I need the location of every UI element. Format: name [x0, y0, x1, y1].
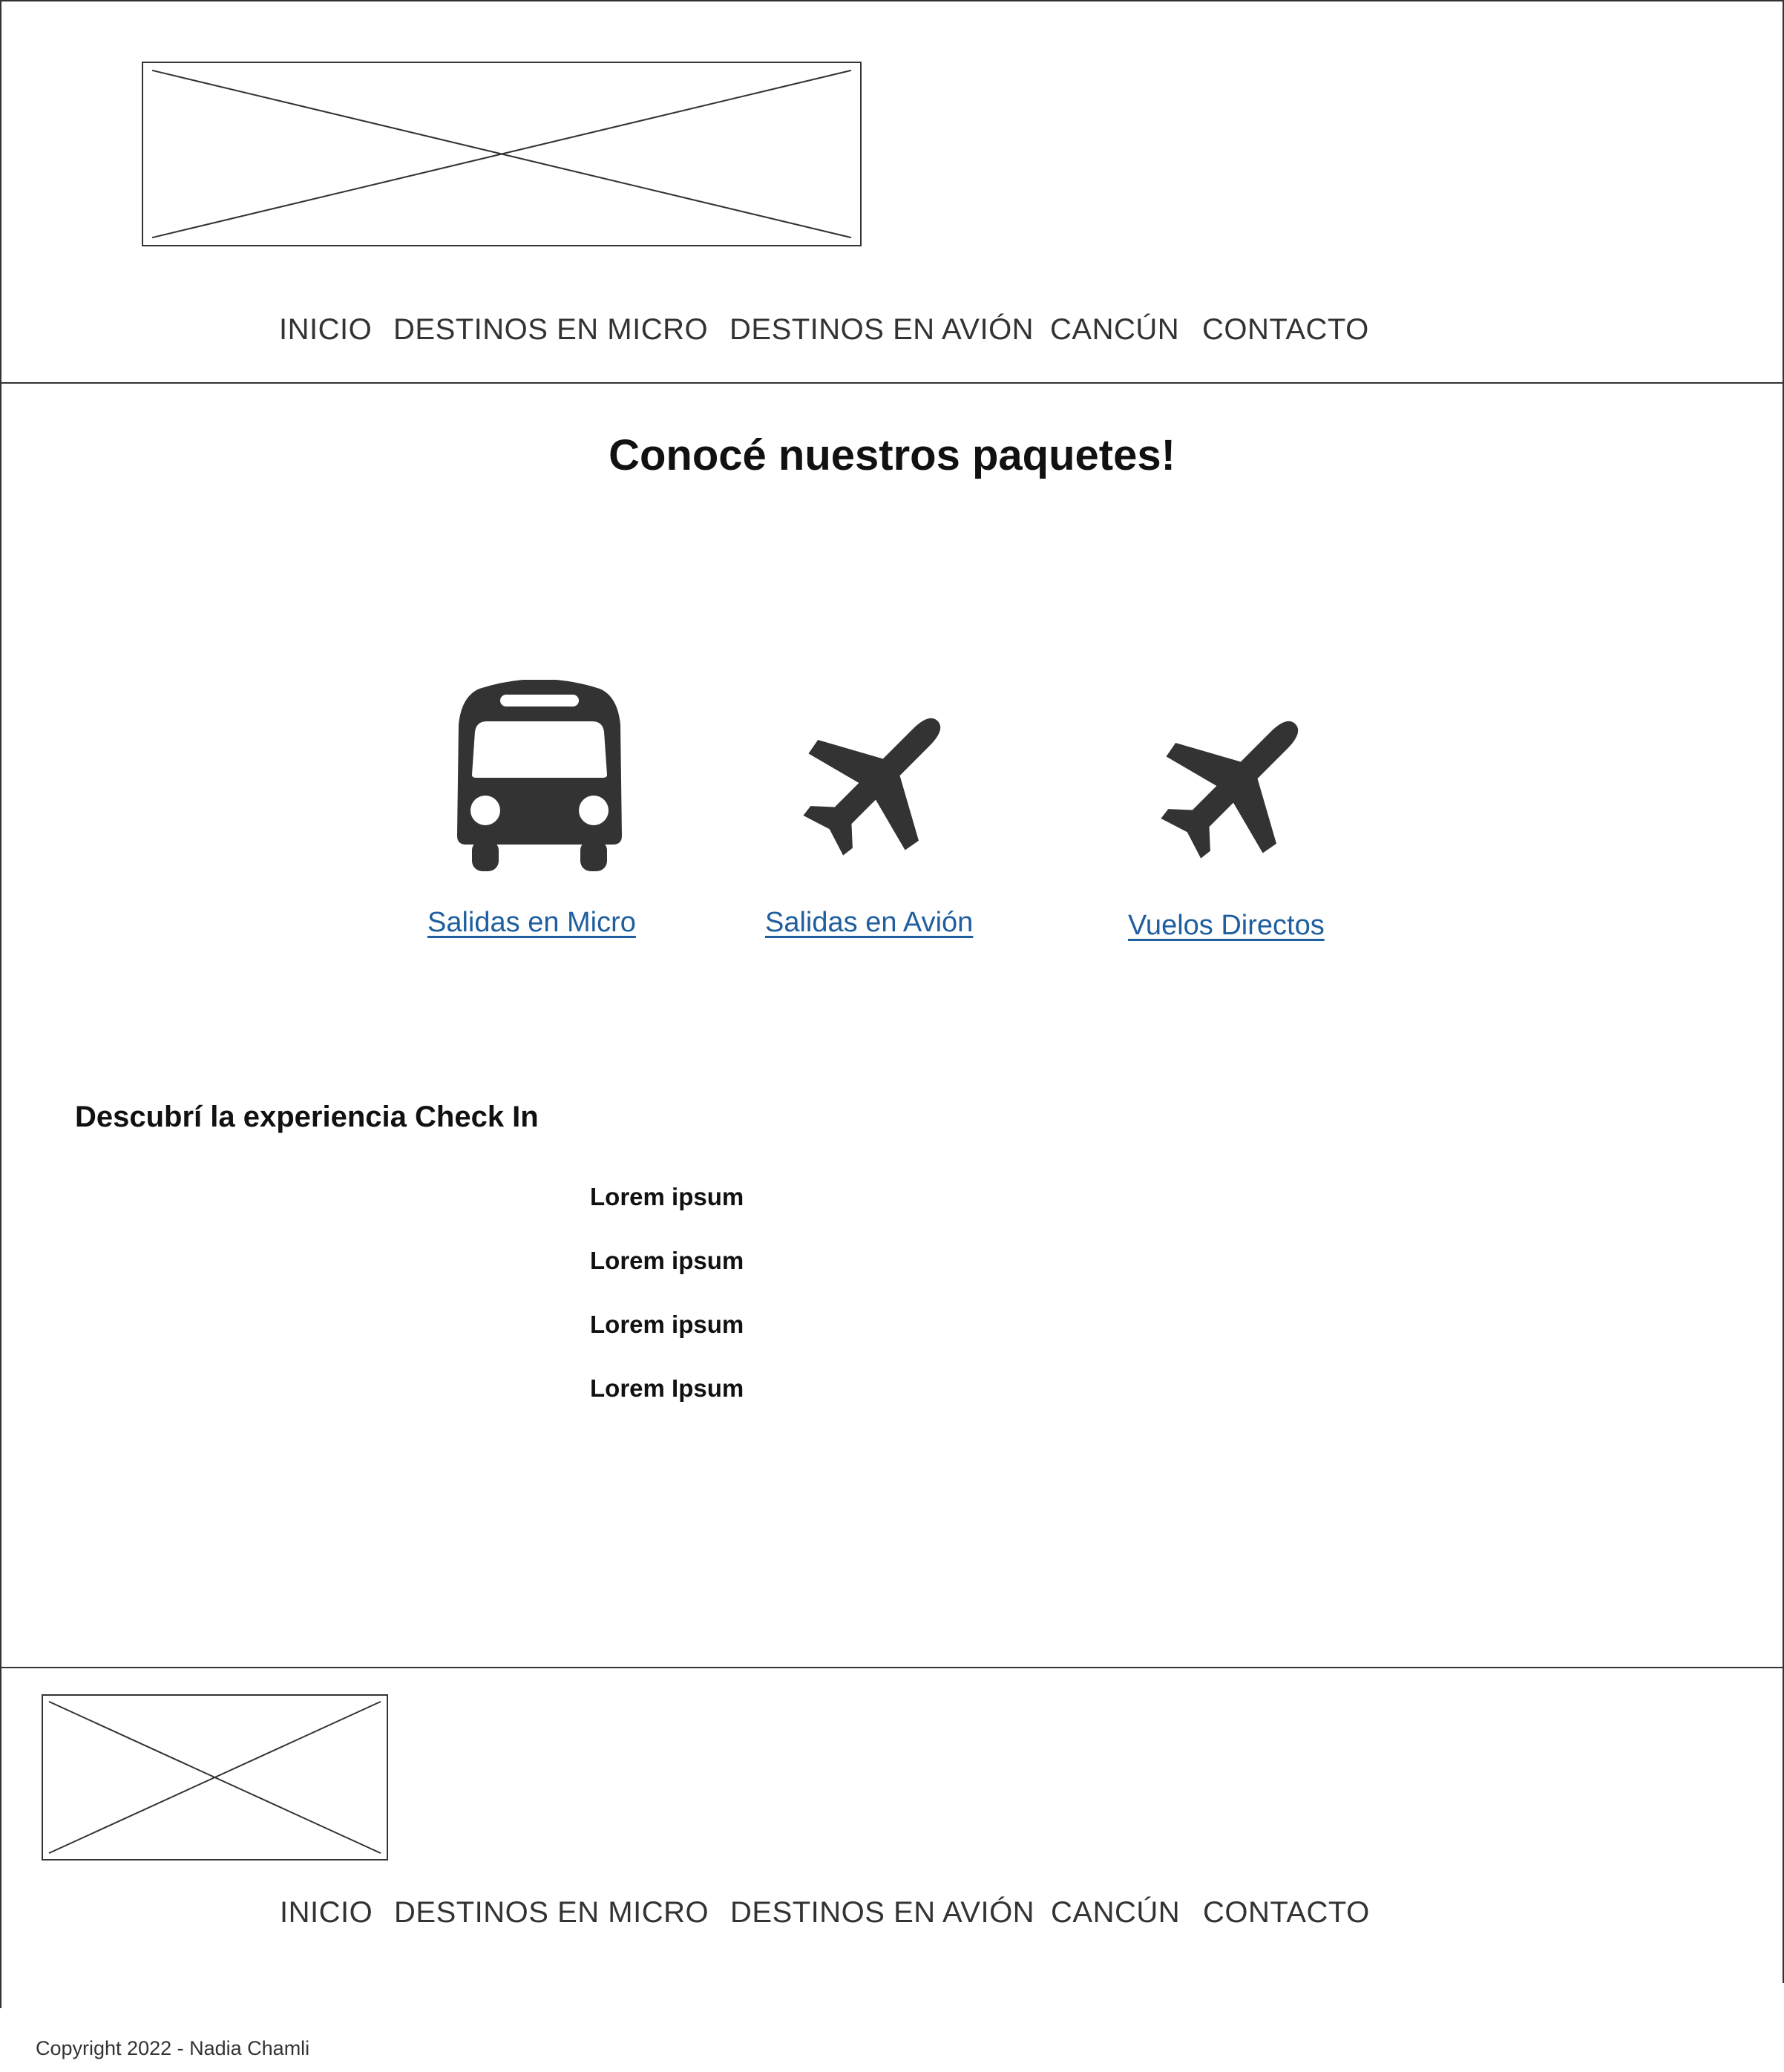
experience-item: Lorem ipsum	[590, 1183, 744, 1210]
nav-item-destinos-en-avion[interactable]: DESTINOS EN AVIÓN	[729, 313, 1034, 347]
bus-icon[interactable]	[457, 679, 622, 871]
nav-item-cancun[interactable]: CANCÚN	[1051, 1896, 1180, 1930]
airplane-icon[interactable]	[1155, 708, 1311, 864]
footer-nav: INICIO DESTINOS EN MICRO DESTINOS EN AVI…	[0, 1896, 1784, 1941]
nav-item-contacto[interactable]: CONTACTO	[1203, 1896, 1370, 1930]
header-logo-placeholder	[142, 62, 862, 246]
experience-title: Descubrí la experiencia Check In	[75, 1101, 539, 1133]
experience-item: Lorem ipsum	[590, 1247, 744, 1274]
nav-item-inicio[interactable]: INICIO	[279, 313, 372, 347]
nav-item-destinos-en-avion[interactable]: DESTINOS EN AVIÓN	[730, 1896, 1034, 1930]
header-divider	[0, 382, 1784, 384]
airplane-icon[interactable]	[798, 705, 954, 861]
footer-divider	[0, 1667, 1784, 1668]
footer-logo-placeholder	[42, 1694, 388, 1860]
image-placeholder-icon	[48, 1700, 381, 1855]
copyright-text: Copyright 2022 - Nadia Chamli	[36, 2037, 310, 2059]
page-border-left	[0, 0, 1, 2008]
nav-item-destinos-en-micro[interactable]: DESTINOS EN MICRO	[394, 1896, 709, 1930]
link-salidas-en-avion[interactable]: Salidas en Avión	[765, 907, 973, 939]
page-border-top	[0, 0, 1784, 1]
nav-item-inicio[interactable]: INICIO	[280, 1896, 373, 1930]
link-salidas-en-micro[interactable]: Salidas en Micro	[427, 907, 636, 939]
experience-item: Lorem ipsum	[590, 1311, 744, 1338]
link-vuelos-directos[interactable]: Vuelos Directos	[1128, 910, 1325, 942]
page-title: Conocé nuestros paquetes!	[609, 431, 1175, 479]
experience-item: Lorem Ipsum	[590, 1374, 744, 1402]
image-placeholder-icon	[151, 69, 852, 239]
nav-item-cancun[interactable]: CANCÚN	[1050, 313, 1179, 347]
nav-item-contacto[interactable]: CONTACTO	[1202, 313, 1369, 347]
nav-item-destinos-en-micro[interactable]: DESTINOS EN MICRO	[393, 313, 708, 347]
header-nav: INICIO DESTINOS EN MICRO DESTINOS EN AVI…	[0, 313, 1784, 358]
